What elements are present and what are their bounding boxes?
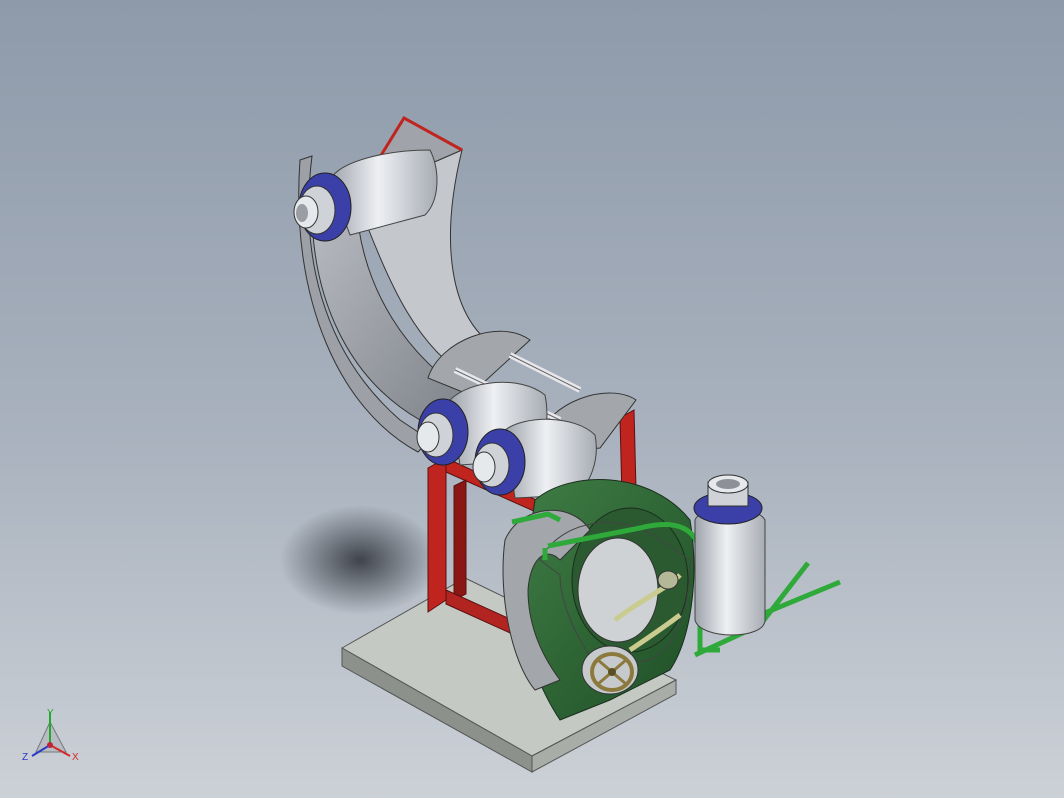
triad-y-label: Y bbox=[47, 708, 54, 719]
triad-x-label: X bbox=[72, 752, 79, 763]
handwheel[interactable] bbox=[581, 645, 639, 695]
coordinate-triad: Y X Z bbox=[22, 708, 79, 763]
floor-shadow bbox=[280, 505, 440, 615]
standing-bottle[interactable] bbox=[693, 474, 766, 636]
triad-z-label: Z bbox=[22, 752, 28, 763]
model-scene[interactable]: Y X Z bbox=[0, 0, 1064, 798]
3d-viewport[interactable]: Y X Z bbox=[0, 0, 1064, 798]
